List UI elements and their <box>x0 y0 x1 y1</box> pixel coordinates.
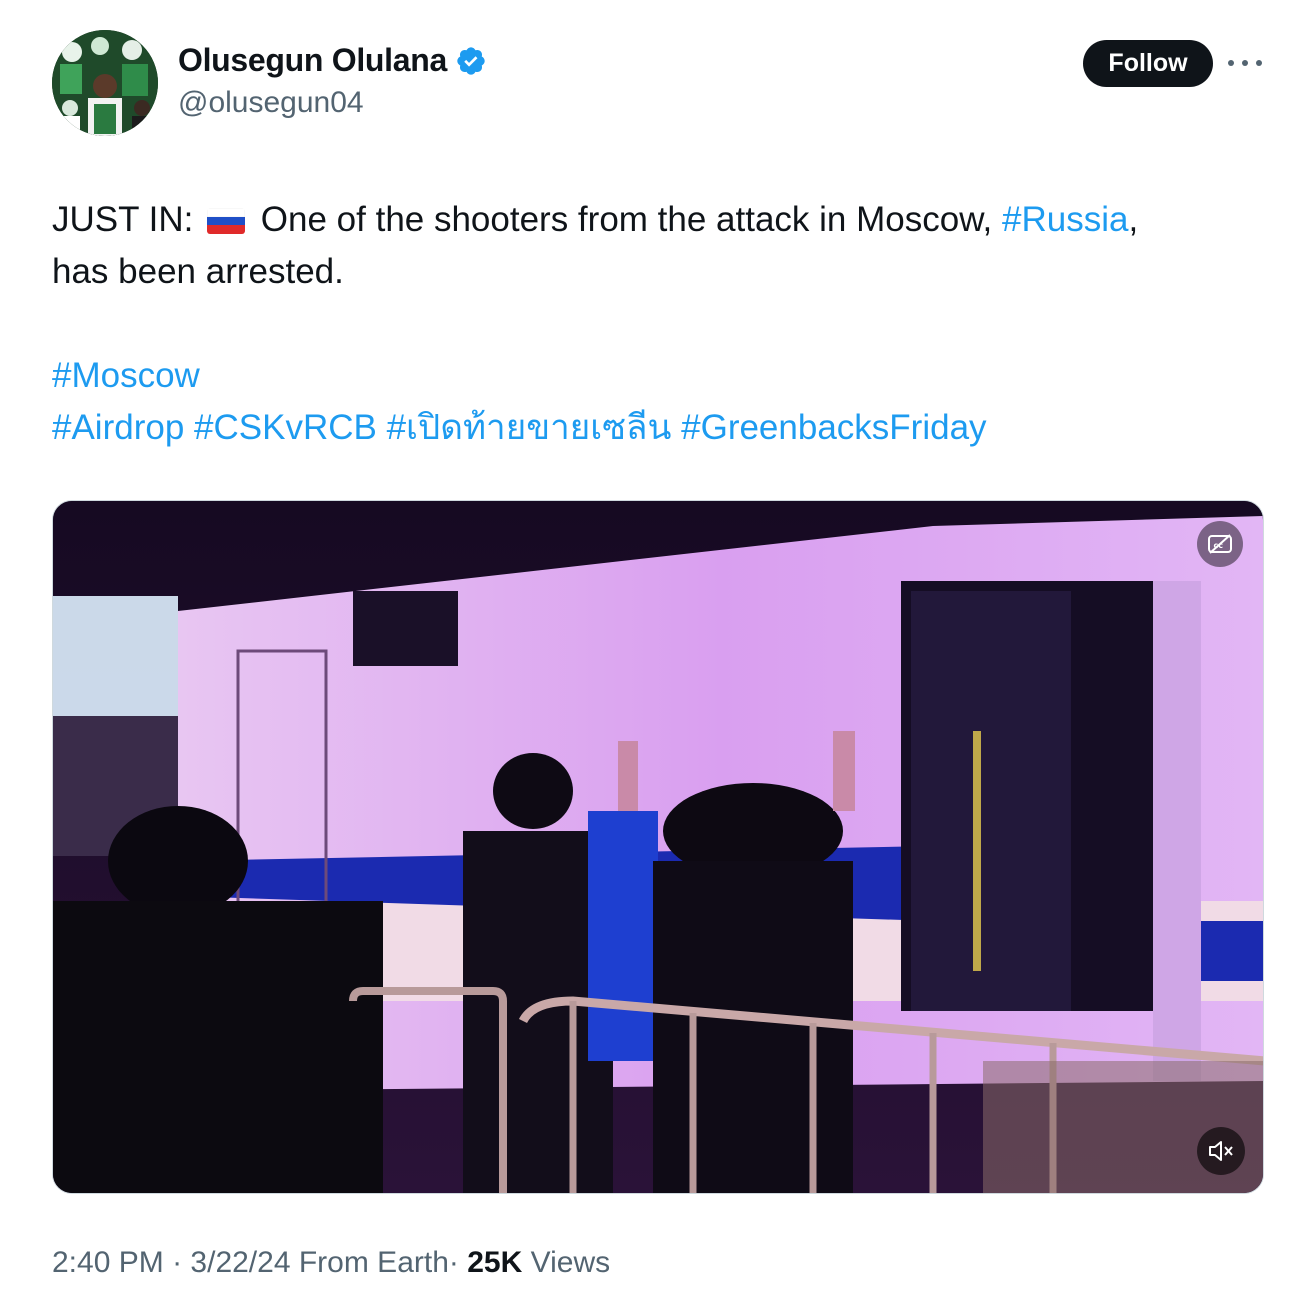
tweet-line-2: has been arrested. <box>52 252 344 291</box>
tweet-main-text: One of the shooters from the attack in M… <box>260 200 993 239</box>
hashtag-moscow[interactable]: #Moscow <box>52 356 200 395</box>
author-handle[interactable]: @olusegun04 <box>178 86 364 120</box>
tweet-time[interactable]: 2:40 PM <box>52 1246 164 1279</box>
tweet-line-1: JUST IN: One of the shooters from the at… <box>52 194 1262 246</box>
tweet-comma: , <box>1128 200 1139 239</box>
views-label: Views <box>530 1246 611 1279</box>
hashtag-line-2: #Airdrop #CSKvRCB #เปิดท้ายขายเซลีน #Gre… <box>52 402 1262 454</box>
tweet-source: From Earth <box>298 1246 449 1279</box>
verified-badge-icon <box>457 46 485 75</box>
captions-off-icon[interactable]: cc <box>1197 521 1243 567</box>
tweet-date[interactable]: 3/22/24 <box>190 1246 290 1279</box>
meta-separator: · <box>448 1246 459 1279</box>
just-in-label: JUST IN: <box>52 200 194 239</box>
views-count: 25K <box>467 1246 523 1279</box>
author-display-name[interactable]: Olusegun Olulana <box>178 42 447 79</box>
russia-flag-icon <box>207 208 246 234</box>
avatar[interactable] <box>52 30 158 136</box>
hashtag-cskvrcb[interactable]: #CSKvRCB <box>194 408 377 447</box>
tweet-meta: 2:40 PM · 3/22/24 From Earth· 25K Views <box>52 1246 610 1280</box>
video-frame <box>53 501 1263 1193</box>
hashtag-line-1: #Moscow <box>52 350 1262 402</box>
hashtag-greenbacksfriday[interactable]: #GreenbacksFriday <box>681 408 986 447</box>
hashtag-russia[interactable]: #Russia <box>1002 200 1128 239</box>
more-horizontal-icon[interactable] <box>1228 48 1262 78</box>
meta-separator: · <box>172 1246 183 1279</box>
hashtag-thai[interactable]: #เปิดท้ายขายเซลีน <box>387 408 672 447</box>
hashtag-airdrop[interactable]: #Airdrop <box>52 408 184 447</box>
volume-muted-icon[interactable] <box>1197 1127 1245 1175</box>
follow-button[interactable]: Follow <box>1083 40 1213 87</box>
video-player[interactable]: cc <box>52 500 1264 1194</box>
avatar-image <box>52 30 158 136</box>
tweet-text: JUST IN: One of the shooters from the at… <box>52 194 1262 454</box>
author-name-row[interactable]: Olusegun Olulana <box>178 42 487 79</box>
